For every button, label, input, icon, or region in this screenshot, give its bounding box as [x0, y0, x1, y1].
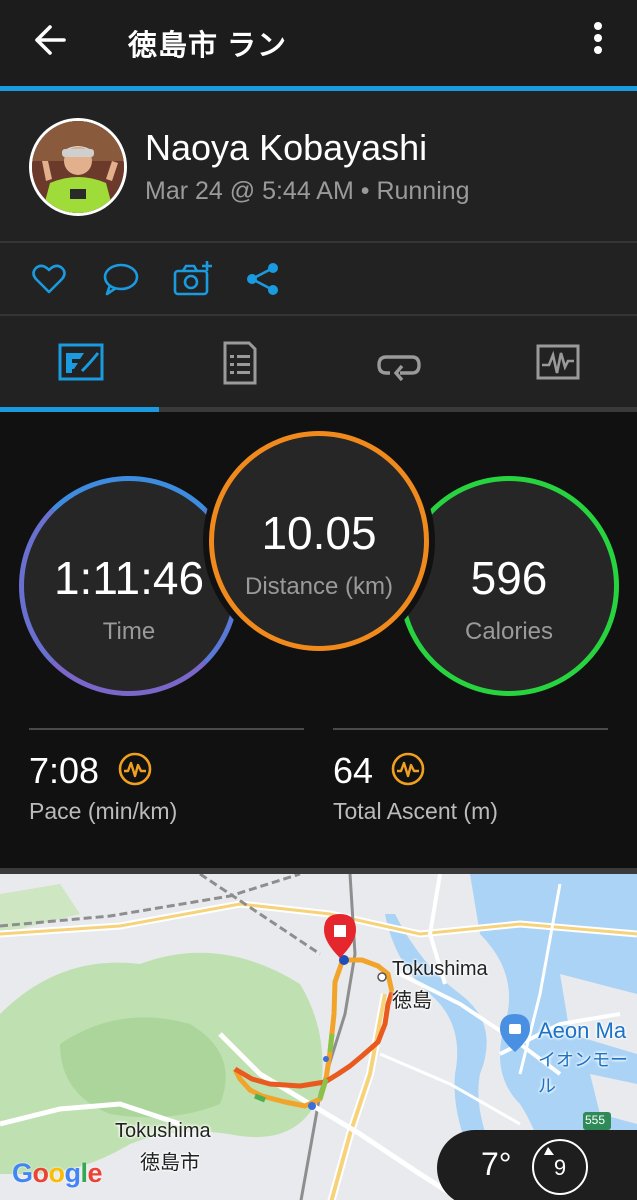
more-options-icon[interactable] — [582, 18, 614, 62]
distance-ring: 10.05 Distance (km) — [209, 431, 429, 651]
map-label-city-ja: 徳島市 — [140, 1152, 200, 1174]
divider — [333, 728, 608, 730]
time-ring: 1:11:46 Time — [19, 476, 239, 696]
comment-icon[interactable] — [101, 259, 141, 299]
route-map[interactable]: Tokushima 徳島 Aeon Ma イオンモール Tokushima 徳島… — [0, 868, 637, 1200]
map-label-city-en: Tokushima — [115, 1120, 211, 1142]
ascent-label: Total Ascent (m) — [333, 798, 498, 824]
charts-icon — [536, 344, 580, 380]
tab-details[interactable] — [159, 316, 318, 411]
temperature-value: 7° — [481, 1146, 512, 1182]
time-value: 1:11:46 — [53, 552, 205, 604]
wind-dial-icon: 9 — [532, 1139, 588, 1195]
calories-label: Calories — [464, 618, 554, 645]
avatar[interactable] — [29, 118, 127, 216]
map-label-station-ja: 徳島 — [392, 990, 432, 1012]
activity-date-type: Mar 24 @ 5:44 AM • Running — [145, 177, 470, 205]
weather-widget[interactable]: 7° 9 — [437, 1130, 637, 1200]
map-label-aeon-ja: イオンモール — [538, 1050, 628, 1096]
page-title: 徳島市 ラン — [128, 30, 288, 62]
ascent-chart-icon[interactable] — [390, 751, 426, 787]
details-icon — [223, 341, 257, 385]
activity-tabs — [0, 316, 637, 411]
back-arrow-icon[interactable] — [30, 20, 70, 60]
tab-stats[interactable] — [0, 316, 159, 411]
add-photo-icon[interactable] — [172, 259, 214, 299]
stats-panel: 1:11:46 Time 596 Calories 10.05 Distance… — [0, 412, 637, 868]
calories-value: 596 — [470, 552, 548, 604]
top-app-bar: 徳島市 ラン — [0, 0, 637, 86]
heart-icon[interactable] — [29, 259, 69, 299]
map-label-aeon-en: Aeon Ma — [538, 1018, 627, 1043]
distance-label: Distance (km) — [244, 573, 394, 600]
distance-value: 10.05 — [261, 507, 377, 559]
social-action-row — [0, 243, 637, 314]
laps-icon — [377, 355, 421, 382]
divider — [29, 728, 304, 730]
route-number-badge: 555 — [585, 1113, 606, 1127]
pace-label: Pace (min/km) — [29, 798, 178, 824]
pace-chart-icon[interactable] — [117, 751, 153, 787]
calories-ring: 596 Calories — [399, 476, 619, 696]
tab-charts[interactable] — [477, 316, 636, 411]
ascent-value: 64 — [333, 750, 374, 791]
pace-value: 7:08 — [29, 750, 100, 791]
activity-owner-section: Naoya Kobayashi Mar 24 @ 5:44 AM • Runni… — [0, 91, 637, 241]
owner-name[interactable]: Naoya Kobayashi — [145, 127, 427, 169]
wind-speed-value: 9 — [553, 1155, 567, 1180]
google-logo: Google — [12, 1158, 103, 1188]
share-icon[interactable] — [243, 259, 283, 299]
time-label: Time — [102, 618, 156, 645]
tab-laps[interactable] — [318, 316, 477, 411]
stats-icon — [58, 343, 104, 381]
map-label-station-en: Tokushima — [392, 958, 488, 980]
